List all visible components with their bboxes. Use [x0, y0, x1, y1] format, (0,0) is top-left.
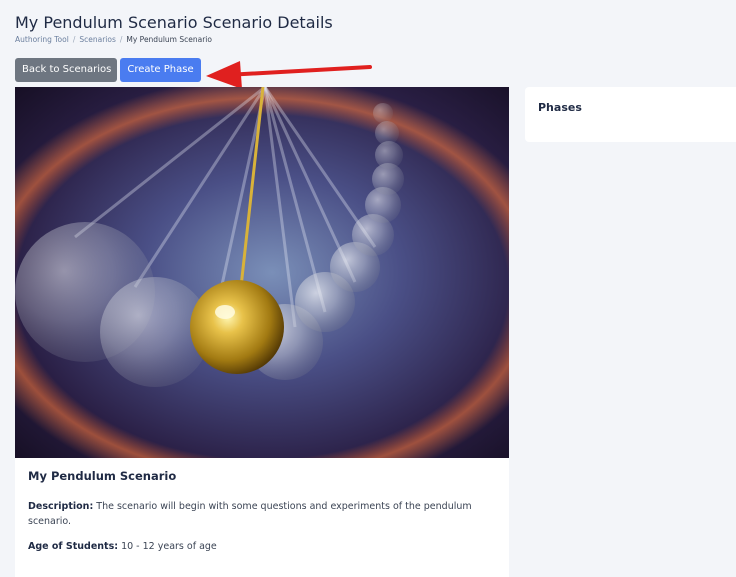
scenario-description: Description: The scenario will begin wit…	[28, 499, 498, 529]
create-phase-button[interactable]: Create Phase	[120, 58, 201, 82]
description-text: The scenario will begin with some questi…	[28, 501, 472, 527]
scenario-age: Age of Students: 10 - 12 years of age	[28, 539, 498, 554]
breadcrumb-authoring-tool[interactable]: Authoring Tool	[15, 35, 69, 44]
age-label: Age of Students:	[28, 541, 119, 552]
description-label: Description:	[28, 501, 94, 512]
phases-title: Phases	[538, 101, 582, 114]
breadcrumb-separator: /	[72, 35, 76, 44]
scenario-title: My Pendulum Scenario	[28, 469, 177, 483]
breadcrumb-separator: /	[119, 35, 123, 44]
age-text: 10 - 12 years of age	[121, 541, 217, 552]
breadcrumb-current: My Pendulum Scenario	[126, 35, 212, 44]
page-title: My Pendulum Scenario Scenario Details	[15, 13, 333, 32]
breadcrumb: Authoring Tool / Scenarios / My Pendulum Sce…	[15, 35, 212, 44]
breadcrumb-scenarios[interactable]: Scenarios	[79, 35, 116, 44]
scenario-card: My Pendulum Scenario Description: The sc…	[15, 87, 509, 577]
back-to-scenarios-button[interactable]: Back to Scenarios	[15, 58, 117, 82]
phases-panel: Phases	[525, 87, 736, 142]
annotation-arrow	[206, 61, 372, 89]
pendulum-image	[15, 87, 509, 458]
